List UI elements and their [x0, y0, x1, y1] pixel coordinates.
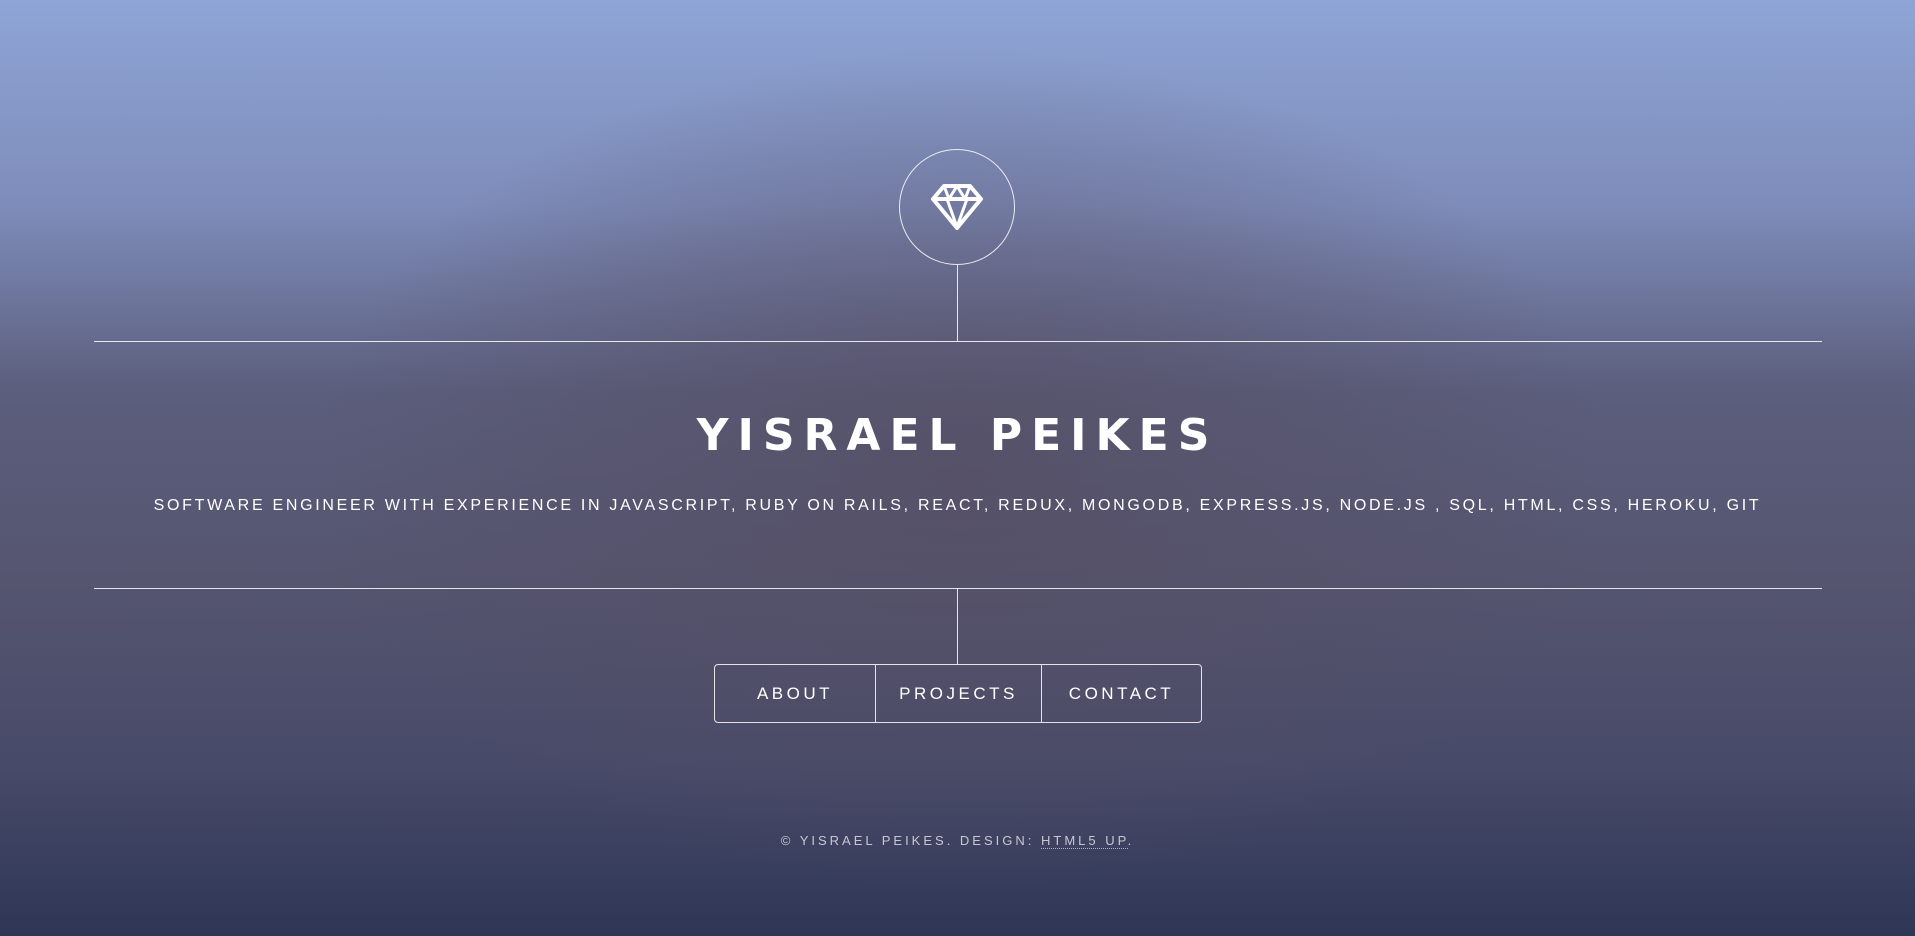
diamond-icon: [931, 184, 983, 230]
footer-design-link[interactable]: HTML5 UP: [1041, 833, 1128, 849]
page-title: YISRAEL PEIKES: [696, 410, 1219, 461]
nav-contact-button[interactable]: CONTACT: [1041, 665, 1201, 722]
divider-bottom: [94, 588, 1822, 589]
footer: © YISRAEL PEIKES. DESIGN: HTML5 UP.: [0, 833, 1915, 849]
divider-top: [94, 341, 1822, 342]
nav-projects-button[interactable]: PROJECTS: [875, 665, 1041, 722]
nav-about-button[interactable]: ABOUT: [715, 665, 875, 722]
connector-line-bottom: [957, 588, 958, 664]
page-subtitle: SOFTWARE ENGINEER WITH EXPERIENCE IN JAV…: [153, 497, 1762, 514]
main-nav: ABOUT PROJECTS CONTACT: [714, 664, 1202, 723]
footer-trailing: .: [1127, 833, 1135, 848]
connector-line-top: [957, 265, 958, 341]
logo-circle: [899, 149, 1015, 265]
footer-copyright: © YISRAEL PEIKES. DESIGN:: [780, 833, 1041, 848]
background-glow: [0, 0, 1915, 936]
